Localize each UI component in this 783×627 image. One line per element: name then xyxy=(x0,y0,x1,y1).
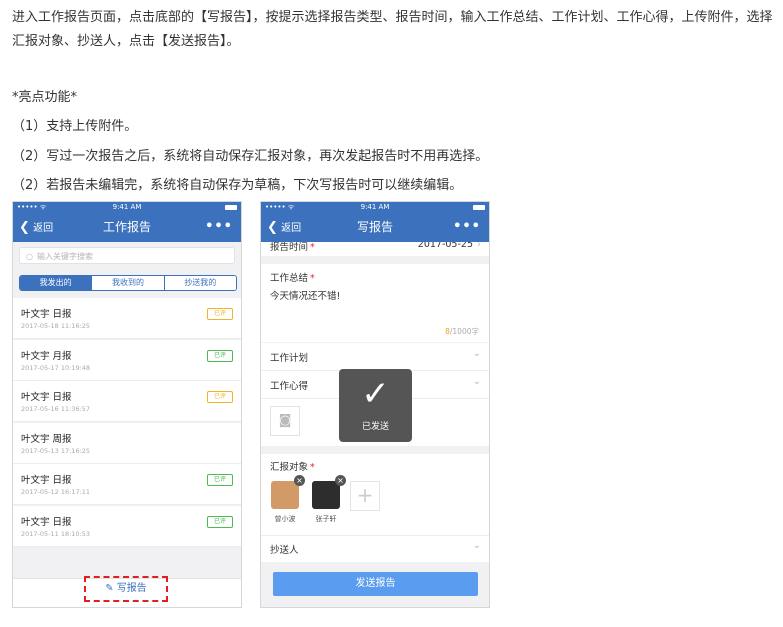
report-date: 2017-05-16 11:36:57 xyxy=(21,405,91,413)
summary-text: 今天情况还不错! xyxy=(270,291,341,302)
status-time: 9:41 AM xyxy=(112,203,142,211)
avatar: × xyxy=(271,475,305,509)
report-title: 叶文宇 月报 xyxy=(21,350,72,362)
report-time-label: 报告时间 * xyxy=(270,242,315,253)
intro-paragraph: 进入工作报告页面，点击底部的【写报告】，按提示选择报告类型、报告时间，输入工作总… xyxy=(12,10,773,49)
status-badge: 已评 xyxy=(207,308,233,320)
more-icon[interactable]: ••• xyxy=(205,213,233,240)
battery-icon xyxy=(225,205,237,210)
feature-item: （2）写过一次报告之后，系统将自动保存汇报对象，再次发起报告时不用再选择。 xyxy=(12,149,489,164)
status-bar: ••••• ᯤ 9:41 AM xyxy=(13,202,241,213)
status-badge: 已评 xyxy=(207,391,233,403)
segment-tabs: 我发出的 我收到的 抄送我的 xyxy=(19,275,237,291)
remove-icon[interactable]: × xyxy=(335,475,346,486)
chevron-down-icon: ⌄ xyxy=(472,540,481,551)
tab-sent[interactable]: 我发出的 xyxy=(20,276,92,290)
remove-icon[interactable]: × xyxy=(294,475,305,486)
status-badge: 已评 xyxy=(207,515,233,528)
report-list-item[interactable]: 叶文宇 周报 2017-05-13 17:16:25 xyxy=(13,422,241,464)
nav-bar: ❮ 返回 工作报告 ••• xyxy=(13,213,241,242)
search-placeholder: 输入关键字搜索 xyxy=(36,252,93,261)
more-icon[interactable]: ••• xyxy=(453,213,481,240)
report-date: 2017-05-11 18:10:53 xyxy=(21,529,91,538)
pencil-icon: ✎ xyxy=(105,583,114,594)
cc-label: 抄送人 xyxy=(270,545,299,556)
experience-label: 工作心得 xyxy=(270,381,309,392)
highlight-heading: *亮点功能* xyxy=(12,90,78,105)
report-list-item[interactable]: 叶文宇 日报 2017-05-16 11:36:57 已评 xyxy=(13,381,241,422)
recipient-name: 曾小波 xyxy=(274,515,296,523)
status-bar: ••••• ᯤ 9:41 AM xyxy=(261,202,489,213)
recipient[interactable]: × 曾小波 xyxy=(270,475,305,524)
report-list-item[interactable]: 叶文宇 日报 2017-05-18 11:16:25 已评 xyxy=(13,298,241,339)
report-date: 2017-05-18 11:16:25 xyxy=(21,322,91,330)
report-title: 叶文宇 日报 xyxy=(21,475,72,486)
report-list-item[interactable]: 叶文宇 日报 2017-05-12 16:17:11 已评 xyxy=(13,464,241,505)
char-counter: 8/1000字 xyxy=(445,327,479,336)
report-list: 叶文宇 日报 2017-05-18 11:16:25 已评 叶文宇 月报 2017-05… xyxy=(13,298,241,547)
recipient[interactable]: × 张子轩 xyxy=(311,475,346,524)
report-time-value: 2017-05-25 xyxy=(417,242,473,250)
tab-cc[interactable]: 抄送我的 xyxy=(163,276,236,290)
status-time: 9:41 AM xyxy=(360,203,390,211)
report-list-item[interactable]: 叶文宇 日报 2017-05-11 18:10:53 已评 xyxy=(13,505,241,547)
write-report-screenshot: ••••• ᯤ 9:41 AM ❮ 返回 写报告 ••• 报告时间 * 2017-… xyxy=(260,201,490,608)
toast-text: 已发送 xyxy=(361,422,389,432)
report-title: 叶文宇 日报 xyxy=(21,516,72,528)
report-list-item[interactable]: 叶文宇 月报 2017-05-17 10:19:48 已评 xyxy=(13,339,241,381)
battery-icon xyxy=(473,205,485,210)
report-title: 叶文宇 日报 xyxy=(21,392,72,403)
checkmark-icon: ✓ xyxy=(361,374,390,414)
chevron-down-icon: ⌄ xyxy=(472,376,481,387)
report-date: 2017-05-17 10:19:48 xyxy=(21,363,91,372)
search-icon: ○ xyxy=(26,252,33,261)
status-badge: 已评 xyxy=(207,474,233,486)
avatar: × xyxy=(312,475,346,509)
report-title: 叶文宇 周报 xyxy=(21,433,72,445)
summary-label: 工作总结 * xyxy=(270,273,315,284)
report-date: 2017-05-12 16:17:11 xyxy=(21,488,91,496)
report-date: 2017-05-13 17:16:25 xyxy=(21,446,91,455)
camera-icon[interactable]: ◙ xyxy=(270,406,300,436)
write-report-button[interactable]: ✎ 写报告 xyxy=(84,576,168,602)
bottom-bar: ✎ 写报告 xyxy=(13,576,241,607)
report-list-screenshot: ••••• ᯤ 9:41 AM ❮ 返回 工作报告 ••• ○ 输入关键字搜索 我… xyxy=(12,201,242,608)
write-report-label: 写报告 xyxy=(116,583,147,594)
nav-bar: ❮ 返回 写报告 ••• xyxy=(261,213,489,242)
plan-row[interactable]: 工作计划 ⌄ xyxy=(261,343,489,370)
cc-row[interactable]: 抄送人 ⌄ xyxy=(261,535,489,562)
summary-section[interactable]: 工作总结 * 今天情况还不错! 8/1000字 xyxy=(261,264,489,342)
search-input[interactable]: ○ 输入关键字搜索 xyxy=(19,247,235,264)
recipient-name: 张子轩 xyxy=(315,515,337,523)
status-badge: 已评 xyxy=(207,349,233,362)
recipients-label: 汇报对象 * xyxy=(270,462,315,473)
feature-item: （1）支持上传附件。 xyxy=(12,119,138,134)
chevron-right-icon: › xyxy=(477,242,481,250)
plan-label: 工作计划 xyxy=(270,353,309,364)
send-report-button[interactable]: 发送报告 xyxy=(273,572,478,596)
sent-toast: ✓ 已发送 xyxy=(339,369,412,442)
add-recipient-button[interactable]: + xyxy=(350,481,380,511)
feature-item: （2）若报告未编辑完，系统将自动保存为草稿，下次写报告时可以继续编辑。 xyxy=(12,178,463,193)
tab-received[interactable]: 我收到的 xyxy=(91,276,164,290)
chevron-down-icon: ⌄ xyxy=(472,348,481,359)
report-title: 叶文宇 日报 xyxy=(21,309,72,320)
report-time-row[interactable]: 报告时间 * 2017-05-25 › xyxy=(261,242,489,256)
